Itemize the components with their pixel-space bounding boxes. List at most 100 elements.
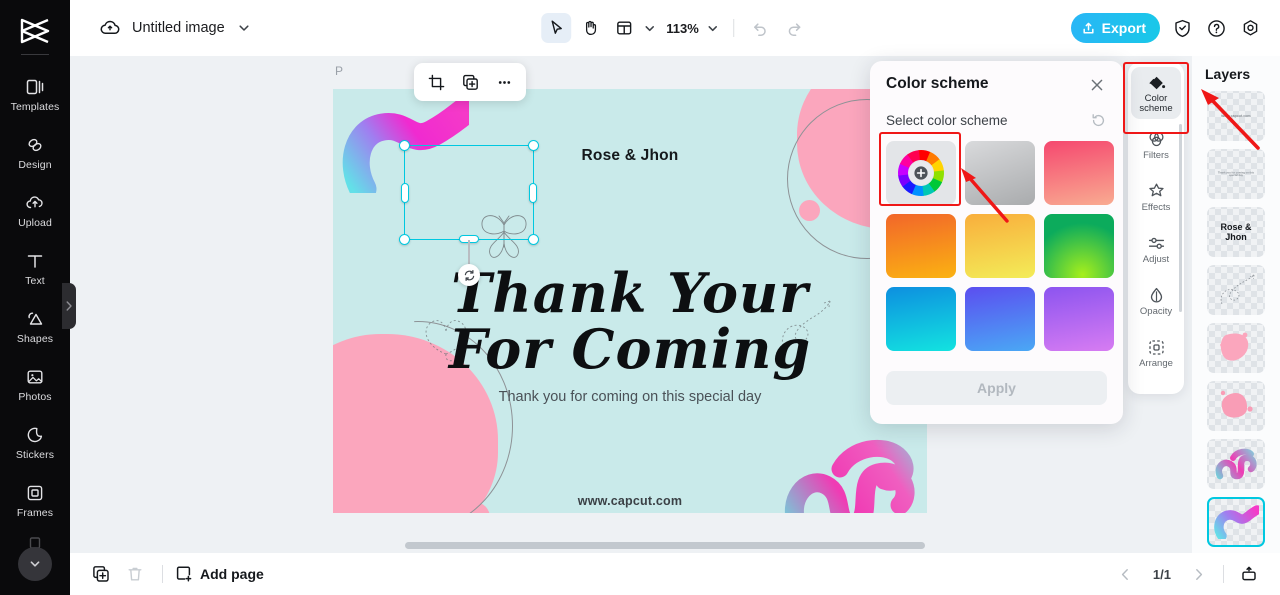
tab-arrange[interactable]: Arrange — [1131, 327, 1181, 379]
bottom-right-group: 1/1 — [1111, 560, 1264, 588]
trash-icon[interactable] — [120, 560, 150, 588]
reset-icon[interactable] — [1089, 111, 1107, 129]
swatch-cyan-gradient[interactable] — [886, 287, 956, 351]
swatch-purple-gradient[interactable] — [1044, 287, 1114, 351]
filters-icon — [1146, 129, 1166, 149]
topbar-left-group: Untitled image — [70, 16, 253, 40]
swatch-gray-gradient[interactable] — [965, 141, 1035, 205]
swatch-orange-gradient[interactable] — [886, 214, 956, 278]
sidebar-item-design[interactable]: Design — [0, 123, 70, 181]
question-circle-icon[interactable] — [1204, 16, 1228, 40]
sidebar-item-text[interactable]: Text — [0, 239, 70, 297]
swatch-blue-gradient[interactable] — [965, 287, 1035, 351]
resize-handle-left[interactable] — [401, 182, 409, 203]
tab-label: Adjust — [1142, 254, 1170, 266]
layer-item-subtitle[interactable]: Thank you for coming on this special day — [1207, 149, 1265, 199]
redo-button[interactable] — [779, 13, 809, 43]
tab-effects[interactable]: Effects — [1131, 171, 1181, 223]
tab-adjust[interactable]: Adjust — [1131, 223, 1181, 275]
swatch-custom-color-wheel[interactable] — [886, 141, 956, 205]
sidebar-item-frames[interactable]: Frames — [0, 471, 70, 529]
tab-color-scheme[interactable]: Color scheme — [1131, 67, 1181, 119]
rail-show-more-button[interactable] — [18, 547, 52, 581]
layer-item-doodle[interactable] — [1207, 265, 1265, 315]
resize-handle-bottom-right[interactable] — [528, 234, 539, 245]
sidebar-item-templates[interactable]: Templates — [0, 65, 70, 123]
layout-grid-button[interactable] — [609, 13, 639, 43]
sidebar-item-label: Photos — [18, 390, 52, 403]
sidebar-item-label: Design — [18, 158, 52, 171]
layer-item-pink-shape-1[interactable] — [1207, 323, 1265, 373]
apply-button[interactable]: Apply — [886, 371, 1107, 405]
canvas-horizontal-scrollbar[interactable] — [70, 542, 1280, 550]
rotate-handle[interactable] — [458, 264, 480, 286]
tab-filters[interactable]: Filters — [1131, 119, 1181, 171]
layer-item-swirl-wave[interactable] — [1207, 497, 1265, 547]
tab-label: Filters — [1143, 150, 1169, 162]
selection-context-toolbar — [414, 63, 526, 101]
sidebar-item-upload[interactable]: Upload — [0, 181, 70, 239]
resize-handle-right[interactable] — [529, 182, 537, 203]
text-icon — [24, 250, 46, 272]
layer-item-swirl-knot[interactable] — [1207, 439, 1265, 489]
hand-tool-button[interactable] — [575, 13, 605, 43]
resize-handle-top-right[interactable] — [528, 140, 539, 151]
canvas-headline-line-2[interactable]: For Coming — [333, 317, 927, 381]
chevron-down-icon[interactable] — [235, 19, 253, 37]
layers-panel: Layers www.capcut.com Thank you for comi… — [1192, 56, 1280, 553]
canvas-headline-line-1[interactable]: Thank Your — [333, 261, 927, 325]
scrollbar-thumb[interactable] — [405, 542, 925, 549]
select-tool-button[interactable] — [541, 13, 572, 43]
sidebar-item-label: Templates — [10, 100, 60, 113]
canvas-website-text[interactable]: www.capcut.com — [333, 494, 927, 508]
shield-check-icon[interactable] — [1170, 16, 1194, 40]
swatch-pink-gradient[interactable] — [1044, 141, 1114, 205]
swatch-green-gradient[interactable] — [1044, 214, 1114, 278]
color-swatch-grid — [886, 141, 1114, 351]
swatch-yellow-gradient[interactable] — [965, 214, 1035, 278]
cloud-save-icon[interactable] — [98, 16, 122, 40]
sidebar-item-label: Frames — [16, 506, 54, 519]
prev-page-button[interactable] — [1111, 560, 1141, 588]
next-page-button[interactable] — [1183, 560, 1213, 588]
sidebar-item-stickers[interactable]: Stickers — [0, 413, 70, 471]
add-page-button[interactable]: Add page — [175, 565, 264, 583]
tab-label: Effects — [1141, 202, 1171, 214]
bottom-toolbar: Add page 1/1 — [70, 553, 1280, 595]
more-horizontal-icon[interactable] — [488, 67, 520, 97]
sidebar-item-label: Stickers — [15, 448, 55, 461]
zoom-level-value[interactable]: 113% — [662, 21, 703, 36]
present-icon[interactable] — [1234, 560, 1264, 588]
undo-button[interactable] — [745, 13, 775, 43]
sidebar-collapse-toggle[interactable] — [62, 283, 76, 329]
layer-item-website[interactable]: www.capcut.com — [1207, 91, 1265, 141]
gear-icon[interactable] — [1238, 16, 1262, 40]
shapes-icon — [24, 308, 46, 330]
tab-label: Arrange — [1139, 358, 1173, 370]
capcut-logo-icon[interactable] — [15, 14, 55, 48]
close-icon[interactable] — [1087, 75, 1107, 95]
layer-item-names[interactable]: Rose & Jhon — [1207, 207, 1265, 257]
canvas-subtitle-text[interactable]: Thank you for coming on this special day — [333, 389, 927, 405]
zoom-chevron-down-icon[interactable] — [704, 19, 722, 37]
crop-icon[interactable] — [420, 67, 452, 97]
sidebar-item-shapes[interactable]: Shapes — [0, 297, 70, 355]
properties-scrollbar[interactable] — [1179, 124, 1182, 312]
selection-bounding-box[interactable] — [399, 140, 539, 286]
droplet-icon — [1146, 285, 1166, 305]
resize-handle-top-left[interactable] — [399, 140, 410, 151]
layout-tool-group — [609, 13, 658, 43]
layer-item-pink-shape-2[interactable] — [1207, 381, 1265, 431]
add-page-label: Add page — [200, 566, 264, 582]
tab-opacity[interactable]: Opacity — [1131, 275, 1181, 327]
zoom-group: 113% — [662, 19, 722, 37]
duplicate-icon[interactable] — [454, 67, 486, 97]
sidebar-item-photos[interactable]: Photos — [0, 355, 70, 413]
export-button[interactable]: Export — [1070, 13, 1160, 43]
templates-icon — [24, 76, 46, 98]
document-title[interactable]: Untitled image — [132, 20, 225, 36]
resize-handle-bottom-left[interactable] — [399, 234, 410, 245]
duplicate-page-icon[interactable] — [86, 560, 116, 588]
layers-title: Layers — [1205, 66, 1251, 82]
layout-chevron-down-icon[interactable] — [640, 19, 658, 37]
